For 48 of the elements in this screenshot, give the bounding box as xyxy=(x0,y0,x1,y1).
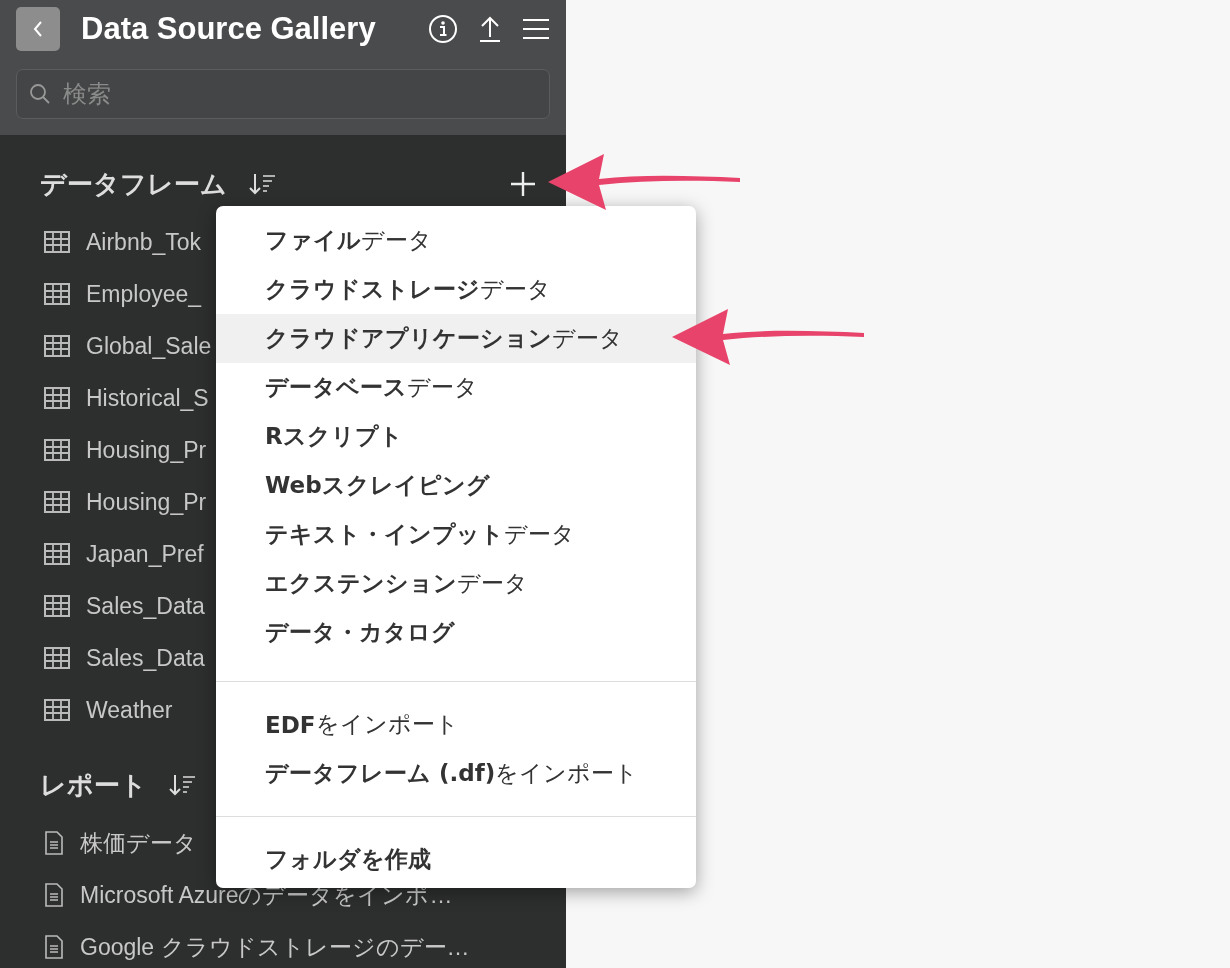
menu-item[interactable]: データフレーム (.df)をインポート xyxy=(216,749,696,798)
section-title: データフレーム xyxy=(40,167,227,201)
table-icon xyxy=(44,387,70,409)
menu-item[interactable]: Webスクレイピング xyxy=(216,461,696,510)
table-icon xyxy=(44,543,70,565)
section-title: レポート xyxy=(40,768,147,802)
menu-item[interactable]: クラウドストレージデータ xyxy=(216,265,696,314)
menu-item[interactable]: エクステンションデータ xyxy=(216,559,696,608)
menu-item[interactable]: データ・カタログ xyxy=(216,608,696,657)
table-icon xyxy=(44,491,70,513)
menu-item[interactable]: EDFをインポート xyxy=(216,700,696,749)
list-item[interactable]: Japan_Pref xyxy=(86,540,204,568)
table-icon xyxy=(44,231,70,253)
menu-item[interactable]: ファイルデータ xyxy=(216,216,696,265)
document-icon xyxy=(44,883,64,907)
list-item[interactable]: Historical_S xyxy=(86,384,209,412)
sort-icon[interactable] xyxy=(249,171,277,197)
menu-item[interactable]: フォルダを作成 xyxy=(216,835,696,884)
list-item[interactable]: Weather xyxy=(86,696,173,724)
table-icon xyxy=(44,595,70,617)
document-icon xyxy=(44,935,64,959)
table-icon xyxy=(44,335,70,357)
list-item[interactable]: Housing_Pr xyxy=(86,488,207,516)
list-item[interactable]: Sales_Data xyxy=(86,592,205,620)
table-icon xyxy=(44,439,70,461)
menu-item[interactable]: クラウドアプリケーションデータ xyxy=(216,314,696,363)
menu-icon[interactable] xyxy=(522,18,550,40)
table-icon xyxy=(44,699,70,721)
list-item[interactable]: Housing_Pr xyxy=(86,436,207,464)
menu-item[interactable]: データベースデータ xyxy=(216,363,696,412)
menu-item[interactable]: Rスクリプト xyxy=(216,412,696,461)
search-field[interactable]: 検索 xyxy=(16,69,550,119)
list-item[interactable]: Employee_ xyxy=(86,280,202,308)
document-icon xyxy=(44,831,64,855)
list-item[interactable]: 株価データ xyxy=(80,827,197,859)
add-icon[interactable] xyxy=(510,171,536,197)
info-icon[interactable] xyxy=(428,14,458,44)
list-item[interactable]: Airbnb_Tok xyxy=(86,228,202,256)
table-icon xyxy=(44,647,70,669)
window-title: Data Source Gallery xyxy=(81,11,377,47)
sort-icon[interactable] xyxy=(169,772,197,798)
chevron-left-icon xyxy=(32,20,44,38)
table-icon xyxy=(44,283,70,305)
list-item[interactable]: Google クラウドストレージのデー… xyxy=(80,931,470,963)
upload-icon[interactable] xyxy=(478,15,502,43)
menu-item[interactable]: テキスト・インプットデータ xyxy=(216,510,696,559)
list-item[interactable]: Sales_Data xyxy=(86,644,205,672)
list-item[interactable]: Global_Sale xyxy=(86,332,212,360)
